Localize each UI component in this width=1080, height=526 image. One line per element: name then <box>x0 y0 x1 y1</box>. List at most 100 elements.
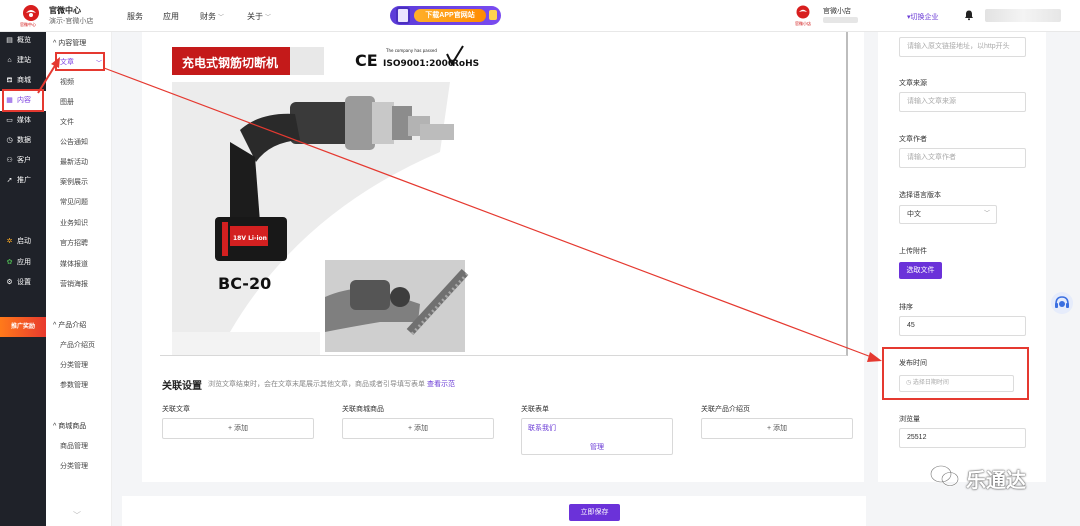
submenu-item-knowledge[interactable]: 业务知识 <box>60 218 88 228</box>
attachment-label: 上传附件 <box>899 248 927 255</box>
view-example-link[interactable]: 查看示范 <box>427 381 455 388</box>
related-settings-title: 关联设置 <box>162 381 202 392</box>
annotation-highlight-content <box>2 89 44 112</box>
banner-fade <box>290 47 324 75</box>
nav-about[interactable]: 关于 ﹀ <box>247 11 271 22</box>
cert-small-text: The company has passed <box>385 48 437 53</box>
clock-icon: ◷ <box>6 137 13 144</box>
brand-logo-icon[interactable] <box>22 4 40 22</box>
views-input[interactable]: 25512 <box>899 428 1026 448</box>
sidebar-item-apps[interactable]: ✿ 应用 <box>0 253 46 273</box>
submenu-item-product-categories[interactable]: 分类管理 <box>60 360 88 370</box>
source-input[interactable]: 请输入文章来源 <box>899 92 1026 112</box>
product-illustration: 充电式钢筋切断机 CE The company has passed ISO90… <box>172 45 479 355</box>
submenu-item-jobs[interactable]: 官方招聘 <box>60 238 88 248</box>
related-settings-desc: 浏览文章结束时，会在文章末尾展示其他文章，商品或者引导填写表单 查看示范 <box>208 381 455 388</box>
gear-icon: ⚙ <box>6 279 13 286</box>
footer-bar <box>122 496 866 526</box>
related-form-manage-link[interactable]: 管理 <box>590 442 604 452</box>
submenu-item-posters[interactable]: 营销海报 <box>60 279 88 289</box>
watermark-text: 乐通达 <box>966 470 1026 492</box>
related-form-label: 关联表单 <box>521 406 549 413</box>
annotation-highlight-articles <box>55 52 105 71</box>
sidebar-item-customers[interactable]: ⚇ 客户 <box>0 151 46 171</box>
battery-label: 18V Li-ion <box>233 235 267 242</box>
sidebar-item-promote[interactable]: ➚ 推广 <box>0 171 46 191</box>
submenu-item-goods-categories[interactable]: 分类管理 <box>60 461 88 471</box>
related-articles-label: 关联文章 <box>162 406 190 413</box>
brand-subtitle: 演示-官微小店 <box>49 18 94 25</box>
sidebar-item-settings[interactable]: ⚙ 设置 <box>0 273 46 293</box>
submenu-group-products[interactable]: ^ 产品介绍 <box>53 320 86 330</box>
submenu-item-cases[interactable]: 案例展示 <box>60 177 88 187</box>
submenu-item-faq[interactable]: 常见问题 <box>60 197 88 207</box>
shop-icon: ⛾ <box>6 77 13 84</box>
sort-input[interactable]: 45 <box>899 316 1026 336</box>
chevron-down-icon: ﹀ <box>265 15 272 21</box>
sidebar-item-mall[interactable]: ⛾ 商城 <box>0 71 46 91</box>
iso-cert-text: ISO9001:2000 <box>383 59 454 69</box>
views-label: 浏览量 <box>899 416 920 423</box>
rohs-mark: RoHS <box>452 59 479 69</box>
brand-title: 官微中心 <box>49 6 81 15</box>
submenu-item-product-pages[interactable]: 产品介绍页 <box>60 340 95 350</box>
apps-icon: ✿ <box>6 259 13 266</box>
store-logo-icon[interactable] <box>796 5 810 19</box>
user-info-redacted[interactable] <box>985 9 1061 22</box>
article-product-image: 充电式钢筋切断机 CE The company has passed ISO90… <box>160 32 848 356</box>
nav-apps[interactable]: 应用 <box>163 11 179 22</box>
submenu-item-press[interactable]: 媒体报道 <box>60 259 88 269</box>
promo-badge-icon <box>489 10 497 20</box>
store-id-redacted <box>823 17 858 23</box>
source-label: 文章来源 <box>899 80 927 87</box>
customer-service-icon[interactable] <box>1051 292 1073 314</box>
chevron-down-icon[interactable]: ﹀ <box>73 510 81 521</box>
user-icon: ⚇ <box>6 157 13 164</box>
save-button[interactable]: 立即保存 <box>569 504 620 521</box>
download-app-banner[interactable]: 下载APP官网站 <box>390 6 501 25</box>
brand-logo-caption: 官微中心 <box>20 22 36 27</box>
store-logo-caption: 官微小店 <box>795 21 811 26</box>
ce-mark: CE <box>355 51 378 70</box>
sidebar-item-data[interactable]: ◷ 数据 <box>0 131 46 151</box>
chevron-down-icon: ﹀ <box>983 211 990 217</box>
nav-service[interactable]: 服务 <box>127 11 143 22</box>
submenu-item-albums[interactable]: 图册 <box>60 97 74 107</box>
submenu-group-content[interactable]: ^ 内容管理 <box>53 38 86 48</box>
top-bar: 官微中心 官微中心 演示-官微小店 服务 应用 财务 ﹀ 关于 ﹀ 下载APP官网站… <box>0 0 1080 32</box>
banner-title: 充电式钢筋切断机 <box>182 55 278 70</box>
add-related-product-page-button[interactable]: + 添加 <box>701 418 853 439</box>
sidebar-item-overview[interactable]: ▤ 概览 <box>0 31 46 51</box>
sidebar-item-launch[interactable]: ✲ 启动 <box>0 232 46 252</box>
sidebar-item-site[interactable]: ⌂ 建站 <box>0 51 46 71</box>
home-icon: ⌂ <box>7 57 12 64</box>
sidebar-item-media[interactable]: ▭ 媒体 <box>0 111 46 131</box>
bell-icon[interactable] <box>963 9 975 21</box>
phone-icon <box>396 7 410 24</box>
annotation-highlight-publish-time <box>882 347 1029 400</box>
switch-enterprise-button[interactable]: ▾切换企业 <box>907 12 939 22</box>
submenu-item-events[interactable]: 最新活动 <box>60 157 88 167</box>
model-number: BC-20 <box>218 274 271 293</box>
related-goods-label: 关联商城商品 <box>342 406 384 413</box>
submenu-item-product-params[interactable]: 参数管理 <box>60 380 88 390</box>
sidebar-promo-reward[interactable]: 推广奖励 <box>0 317 46 337</box>
sort-label: 排序 <box>899 304 913 311</box>
submenu-item-notices[interactable]: 公告通知 <box>60 137 88 147</box>
language-label: 选择语言版本 <box>899 192 941 199</box>
add-related-article-button[interactable]: + 添加 <box>162 418 314 439</box>
add-related-goods-button[interactable]: + 添加 <box>342 418 494 439</box>
related-form-contact[interactable]: 联系我们 <box>528 423 556 433</box>
related-product-page-label: 关联产品介绍页 <box>701 406 750 413</box>
language-select[interactable]: 中文 ﹀ <box>899 205 997 224</box>
store-name: 官微小店 <box>823 8 851 15</box>
choose-file-button[interactable]: 选取文件 <box>899 262 942 279</box>
submenu-item-videos[interactable]: 视频 <box>60 77 74 87</box>
video-icon: ▭ <box>6 117 13 124</box>
original-url-input[interactable]: 请输入原文链接地址，以http开头 <box>899 37 1026 57</box>
submenu-item-goods[interactable]: 商品管理 <box>60 441 88 451</box>
nav-finance[interactable]: 财务 ﹀ <box>200 11 224 22</box>
submenu-group-mall-goods[interactable]: ^ 商城商品 <box>53 421 86 431</box>
author-input[interactable]: 请输入文章作者 <box>899 148 1026 168</box>
submenu-item-files[interactable]: 文件 <box>60 117 74 127</box>
